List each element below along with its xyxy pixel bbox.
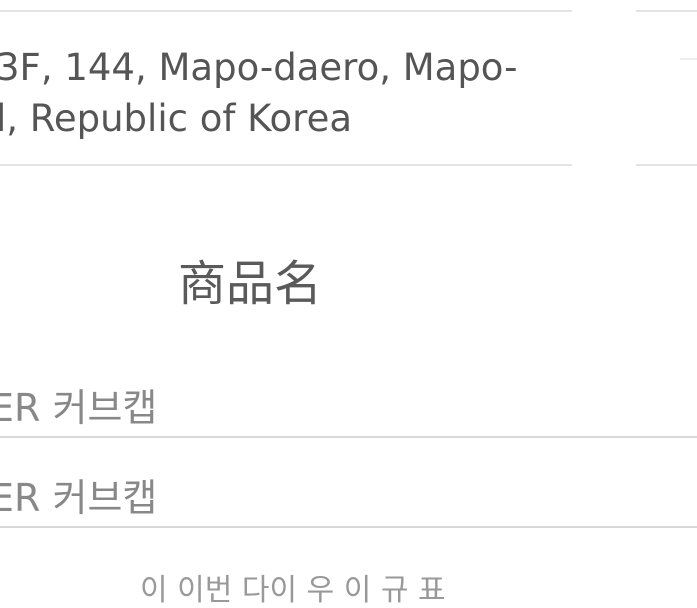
- product-name-heading: 商品名: [178, 256, 323, 312]
- product-name: ER 커브캡: [0, 476, 158, 520]
- address-line-1: 3F, 144, Mapo-daero, Mapo-: [0, 46, 518, 89]
- side-field: [636, 10, 697, 166]
- address-line-2: l, Republic of Korea: [0, 97, 353, 140]
- product-row[interactable]: ER 커브캡: [0, 378, 697, 438]
- partial-footer-text: 이 이번 다이 우 이 규 표: [140, 573, 446, 608]
- product-row[interactable]: ER 커브캡: [0, 468, 697, 528]
- side-field-mark: [680, 58, 697, 60]
- product-name: ER 커브캡: [0, 386, 158, 430]
- address-text: 3F, 144, Mapo-daero, Mapo- l, Republic o…: [0, 42, 518, 144]
